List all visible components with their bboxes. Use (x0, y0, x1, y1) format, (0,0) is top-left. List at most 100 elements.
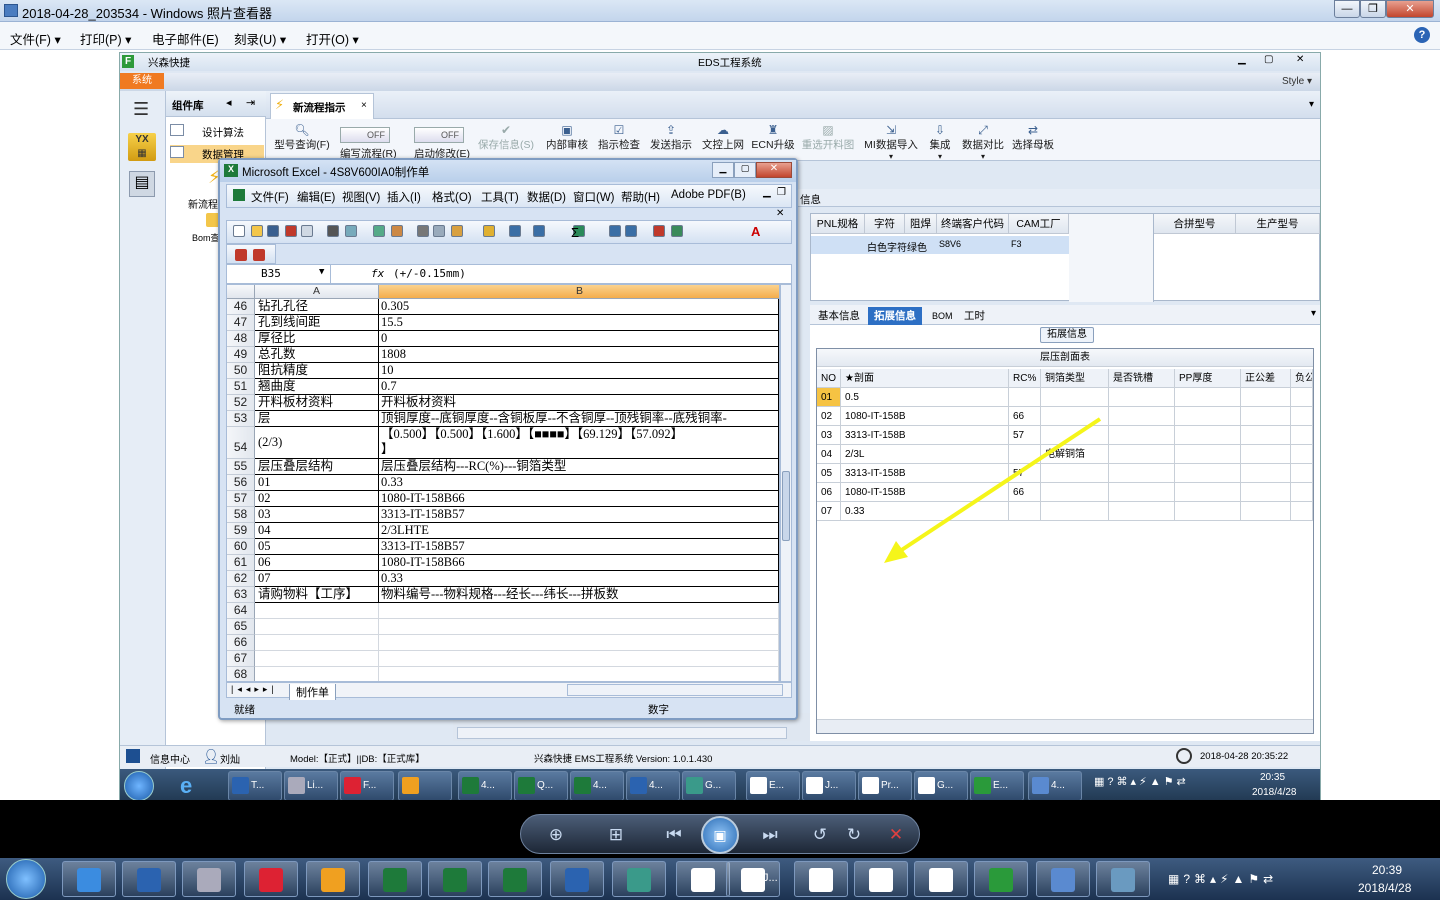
sum-icon[interactable]: Σ (571, 225, 579, 240)
ribbon-internal-review[interactable]: ▣ 内部审核 (544, 123, 590, 152)
taskbar-item[interactable] (794, 861, 848, 897)
cell-a[interactable]: 总孔数 (255, 347, 379, 363)
row-header[interactable]: 66 (227, 635, 255, 651)
row-header[interactable]: 61 (227, 555, 255, 571)
row-header[interactable]: 63 (227, 587, 255, 603)
excel-close-button[interactable]: ✕ (756, 162, 792, 178)
taskbar-item[interactable] (1036, 861, 1090, 897)
row-header[interactable]: 58 (227, 507, 255, 523)
spell-icon[interactable] (373, 225, 385, 237)
xl-menu-help[interactable]: 帮助(H) (621, 189, 660, 205)
taskbar-item[interactable] (306, 861, 360, 897)
slideshow-button[interactable]: ▣ (701, 816, 739, 854)
inner-task-item[interactable]: Q... (514, 771, 568, 801)
cell-a[interactable]: 06 (255, 555, 379, 571)
close-button[interactable]: ✕ (1386, 0, 1434, 18)
cell-b[interactable] (379, 651, 779, 667)
drawing-icon[interactable] (671, 225, 683, 237)
ribbon-ecn-upgrade[interactable]: ♜ ECN升级 (750, 123, 796, 152)
row-header[interactable]: 54 (227, 427, 255, 459)
cell-a[interactable]: 层压叠层结构 (255, 459, 379, 475)
taskbar-item[interactable]: J... (726, 861, 780, 897)
layer-hscroll[interactable] (817, 719, 1313, 733)
cell-b[interactable] (379, 667, 779, 681)
row-header[interactable]: 55 (227, 459, 255, 475)
tab-work-hours[interactable]: 工时 (958, 307, 991, 325)
open-icon[interactable] (251, 225, 263, 237)
tab-bom[interactable]: BOM (926, 307, 959, 325)
toggle-edit-flow[interactable]: OFF 编写流程(R) (340, 127, 397, 161)
menu-burn[interactable]: 刻录(U) ▾ (234, 29, 286, 48)
doc-tab-new-flow[interactable]: ⚡ 新流程指示 × (270, 93, 374, 119)
style-menu[interactable]: Style ▾ (1282, 76, 1312, 87)
ribbon-mi-import[interactable]: ⇲ MI数据导入 ▾ (862, 123, 920, 161)
nav-pin-icon[interactable]: ⇥ (246, 96, 255, 109)
cell-b[interactable]: 1080-IT-158B66 (379, 491, 779, 507)
taskbar-item[interactable] (62, 861, 116, 897)
cell-a[interactable]: 07 (255, 571, 379, 587)
ribbon-data-compare[interactable]: ⤢ 数据对比 ▾ (960, 123, 1006, 161)
ribbon-reselect-cut[interactable]: ▨ 重选开料图 (800, 123, 856, 152)
tray-icons[interactable]: ▦?⌘▴⚡▲⚑⇄ (1094, 775, 1189, 788)
taskbar-item[interactable] (368, 861, 422, 897)
print-icon[interactable] (327, 225, 339, 237)
ribbon-model-query[interactable]: 🔍︎ 型号查询(F) (272, 123, 332, 152)
ribbon-doc-online[interactable]: ☁ 文控上网 (700, 123, 746, 152)
save-icon[interactable] (267, 225, 279, 237)
inner-task-item[interactable]: 4... (1028, 771, 1082, 801)
cell-b[interactable]: 3313-IT-158B57 (379, 539, 779, 555)
excel-minimize-button[interactable]: ▁ (712, 162, 734, 178)
menu-email[interactable]: 电子邮件(E) (152, 29, 219, 48)
ribbon-save-info[interactable]: ✔ 保存信息(S) (476, 123, 536, 152)
xl-menu-view[interactable]: 视图(V) (342, 189, 380, 205)
xl-doc-restore[interactable]: ❐ (777, 187, 786, 198)
xl-menu-file[interactable]: 文件(F) (251, 189, 289, 205)
ribbon-dropdown-icon[interactable]: ▾ (1309, 99, 1314, 110)
row-header[interactable]: 59 (227, 523, 255, 539)
cell-b[interactable] (379, 635, 779, 651)
row-header[interactable]: 68 (227, 667, 255, 681)
status-info-center[interactable]: 信息中心 (150, 751, 190, 766)
taskbar-item[interactable] (182, 861, 236, 897)
cell-a[interactable] (255, 651, 379, 667)
horizontal-scrollbar[interactable] (567, 684, 783, 696)
close-tab-icon[interactable]: × (361, 100, 367, 111)
cell-a[interactable]: 厚径比 (255, 331, 379, 347)
menu-print[interactable]: 打印(P) ▾ (80, 29, 131, 48)
row-header[interactable]: 49 (227, 347, 255, 363)
cell-b[interactable]: 0.33 (379, 571, 779, 587)
inner-task-item[interactable]: Li... (284, 771, 338, 801)
nav-collapse-icon[interactable]: ◂ (226, 96, 232, 109)
cell-a[interactable] (255, 619, 379, 635)
start-button[interactable] (124, 771, 154, 801)
taskbar-item[interactable] (488, 861, 542, 897)
yx-module-icon[interactable]: YX ▦ (128, 133, 156, 161)
delete-icon[interactable]: ✕ (883, 823, 909, 847)
inner-task-item[interactable]: G... (682, 771, 736, 801)
menu-open[interactable]: 打开(O) ▾ (306, 29, 359, 48)
cell-a[interactable]: 翘曲度 (255, 379, 379, 395)
formula-input[interactable]: (+/-0.15mm) (393, 267, 466, 280)
cell-b[interactable] (379, 619, 779, 635)
tabs-dropdown-icon[interactable]: ▾ (1311, 308, 1316, 319)
inner-task-item[interactable]: J... (802, 771, 856, 801)
row-header[interactable]: 65 (227, 619, 255, 635)
name-box[interactable]: B35 ▼ (227, 265, 331, 283)
cell-a[interactable] (255, 635, 379, 651)
system-tab[interactable]: 系统 (120, 73, 164, 89)
calculator-icon[interactable]: ▤ (129, 171, 155, 197)
paste-icon[interactable] (451, 225, 463, 237)
row-header[interactable]: 62 (227, 571, 255, 587)
cell-b[interactable]: 开料板材资料 (379, 395, 779, 411)
cell-b[interactable]: 顶铜厚度--底铜厚度--含铜板厚--不含铜厚--顶残铜率--底残铜率- (379, 411, 779, 427)
sheet-tab-make[interactable]: 制作单 (289, 684, 336, 701)
copy-icon[interactable] (433, 225, 445, 237)
info-row[interactable]: 白色字符 绿色 S8V6 F3 (811, 236, 1069, 254)
xl-menu-adobe[interactable]: Adobe PDF(B) (671, 189, 746, 201)
redo-icon[interactable] (533, 225, 545, 237)
inner-task-item[interactable] (398, 771, 452, 801)
cell-a[interactable]: 02 (255, 491, 379, 507)
help-icon[interactable]: ? (1414, 27, 1430, 43)
row-header[interactable]: 46 (227, 299, 255, 315)
cell-a[interactable]: 钻孔孔径 (255, 299, 379, 315)
